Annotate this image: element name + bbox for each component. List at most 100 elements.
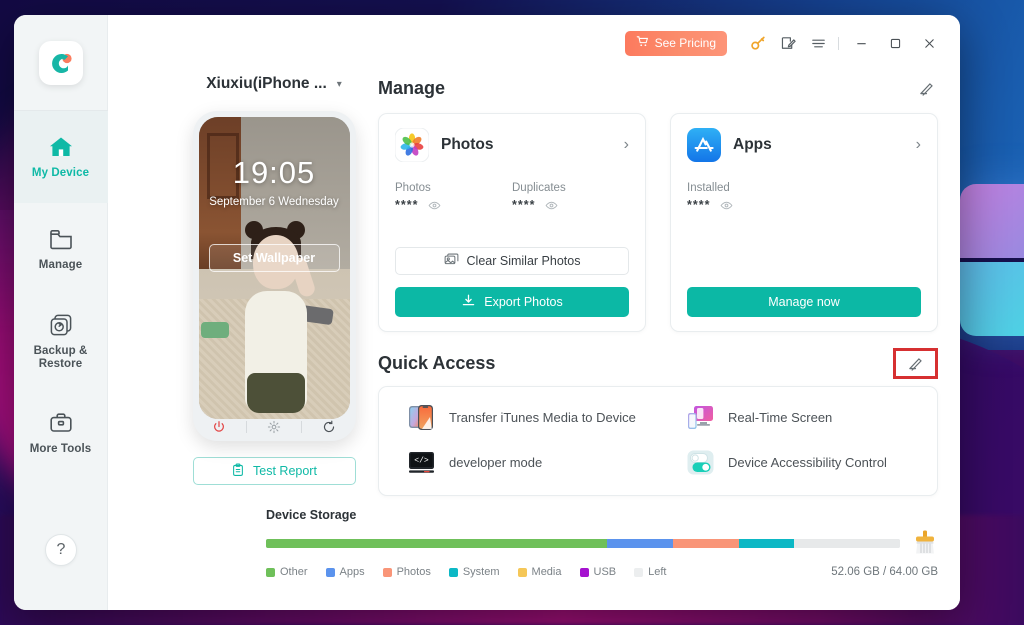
quick-access-edit-pencil-icon[interactable] [893, 347, 938, 379]
legend-item-media: Media [517, 566, 562, 578]
content-area: Manage Photos › Photos **** Duplicates *… [378, 71, 938, 496]
quick-access-item-transfer-itunes[interactable]: Transfer iTunes Media to Device [379, 403, 658, 432]
accessibility-toggle-icon [686, 448, 715, 477]
lockscreen-time: 19:05 [232, 155, 316, 190]
eye-reveal-icon[interactable] [545, 199, 558, 212]
see-pricing-button[interactable]: See Pricing [624, 30, 727, 56]
toolbar-divider [838, 36, 839, 50]
key-icon[interactable] [743, 28, 773, 58]
clipboard-icon [231, 463, 245, 480]
set-wallpaper-label: Set Wallpaper [232, 251, 316, 265]
sidebar: My Device Manage Backup & Restore More T… [14, 15, 108, 610]
device-name-label: Xiuxiu(iPhone ... [206, 75, 327, 92]
wallpaper-bloom-shape [960, 184, 1024, 336]
chevron-right-icon[interactable]: › [916, 136, 921, 154]
sidebar-item-label: My Device [31, 167, 90, 179]
storage-segment-system [738, 538, 795, 548]
stat-duplicates: Duplicates **** [512, 182, 629, 212]
home-icon [48, 134, 74, 160]
device-selector[interactable]: Xiuxiu(iPhone ... ▾ [158, 69, 390, 99]
manage-now-button[interactable]: Manage now [687, 287, 921, 317]
legend-item-apps: Apps [325, 566, 365, 578]
legend-label: Media [531, 566, 562, 578]
eye-reveal-icon[interactable] [720, 199, 733, 212]
real-time-screen-icon [686, 403, 715, 432]
legend-item-system: System [448, 566, 500, 578]
quick-access-item-developer-mode[interactable]: </> developer mode [379, 448, 658, 477]
photo-stack-icon [444, 252, 459, 270]
clear-similar-photos-button[interactable]: Clear Similar Photos [395, 247, 629, 275]
test-report-button[interactable]: Test Report [192, 457, 356, 485]
sidebar-item-label: Backup & Restore [33, 344, 88, 370]
chevron-right-icon[interactable]: › [624, 136, 629, 154]
feedback-edit-icon[interactable] [773, 28, 803, 58]
export-photos-label: Export Photos [484, 295, 563, 309]
close-icon[interactable] [912, 28, 946, 58]
storage-bar-row [266, 529, 938, 557]
backup-restore-icon [48, 312, 74, 338]
refresh-icon[interactable] [316, 418, 342, 436]
power-icon[interactable] [206, 418, 232, 436]
quick-access-item-label: Transfer iTunes Media to Device [449, 410, 636, 425]
device-storage-title: Device Storage [266, 508, 357, 522]
quick-access-section-header: Quick Access [378, 346, 938, 380]
quick-access-item-label: Device Accessibility Control [728, 455, 887, 470]
card-photos[interactable]: Photos › Photos **** Duplicates **** Cle… [378, 113, 646, 332]
card-stats: Installed **** [687, 182, 921, 212]
sidebar-item-backup-restore[interactable]: Backup & Restore [14, 295, 108, 387]
legend-label: Other [280, 566, 308, 578]
broom-clean-icon[interactable] [912, 529, 938, 557]
sidebar-item-label: More Tools [29, 443, 92, 455]
hamburger-menu-icon[interactable] [803, 28, 833, 58]
photos-app-icon [394, 127, 430, 163]
stat-value: **** [395, 198, 419, 212]
sidebar-item-my-device[interactable]: My Device [14, 111, 108, 203]
manage-edit-pencil-icon[interactable] [914, 77, 938, 99]
storage-legend: Other Apps Photos System Media USB Left 52.06 … [266, 566, 938, 578]
sidebar-item-more-tools[interactable]: More Tools [14, 387, 108, 479]
manage-title: Manage [378, 77, 446, 98]
quick-access-title: Quick Access [378, 352, 496, 373]
legend-color-swatch [325, 567, 335, 577]
stat-value: **** [687, 198, 711, 212]
shopping-cart-icon [636, 35, 649, 51]
export-photos-button[interactable]: Export Photos [395, 287, 629, 317]
legend-label: System [462, 566, 500, 578]
minimize-icon[interactable] [844, 28, 878, 58]
application-window: My Device Manage Backup & Restore More T… [14, 15, 960, 610]
see-pricing-label: See Pricing [654, 36, 716, 50]
lockscreen-date: September 6 Wednesday [209, 196, 339, 208]
stat-installed: Installed **** [687, 182, 804, 212]
phone-screen: 19:05 September 6 Wednesday Set Wallpape… [198, 117, 350, 419]
eye-reveal-icon[interactable] [428, 199, 441, 212]
phone-controls [199, 417, 350, 437]
storage-bar [266, 538, 900, 548]
quick-access-item-label: developer mode [449, 455, 543, 470]
legend-item-left: Left [634, 566, 666, 578]
chevron-down-icon[interactable]: ▾ [337, 79, 342, 90]
storage-segment-left [794, 538, 900, 548]
svg-text:</>: </> [414, 456, 429, 465]
legend-item-usb: USB [579, 566, 616, 578]
folder-icon [48, 226, 74, 252]
stat-label: Duplicates [512, 182, 566, 194]
sidebar-item-manage[interactable]: Manage [14, 203, 108, 295]
help-label: ? [56, 541, 66, 558]
quick-access-item-device-accessibility-control[interactable]: Device Accessibility Control [658, 448, 937, 477]
stat-label: Photos [395, 182, 431, 194]
quick-access-item-real-time-screen[interactable]: Real-Time Screen [658, 403, 937, 432]
maximize-icon[interactable] [878, 28, 912, 58]
main-content: See Pricing Xiuxiu(iPhone ... ▾ 19:05 Se… [108, 15, 960, 610]
logo-container [14, 15, 108, 111]
legend-label: Photos [396, 566, 431, 578]
brightness-icon[interactable] [261, 418, 287, 436]
storage-segment-other [266, 538, 608, 548]
device-storage-section: Device Storage Other Apps Photos System … [266, 508, 938, 578]
legend-color-swatch [517, 567, 527, 577]
test-report-label: Test Report [253, 464, 317, 478]
quick-access-item-label: Real-Time Screen [728, 410, 833, 425]
set-wallpaper-button[interactable]: Set Wallpaper [208, 244, 340, 272]
download-icon [461, 293, 476, 311]
card-apps[interactable]: Apps › Installed **** Manage now [670, 113, 938, 332]
help-button[interactable]: ? [45, 534, 77, 566]
